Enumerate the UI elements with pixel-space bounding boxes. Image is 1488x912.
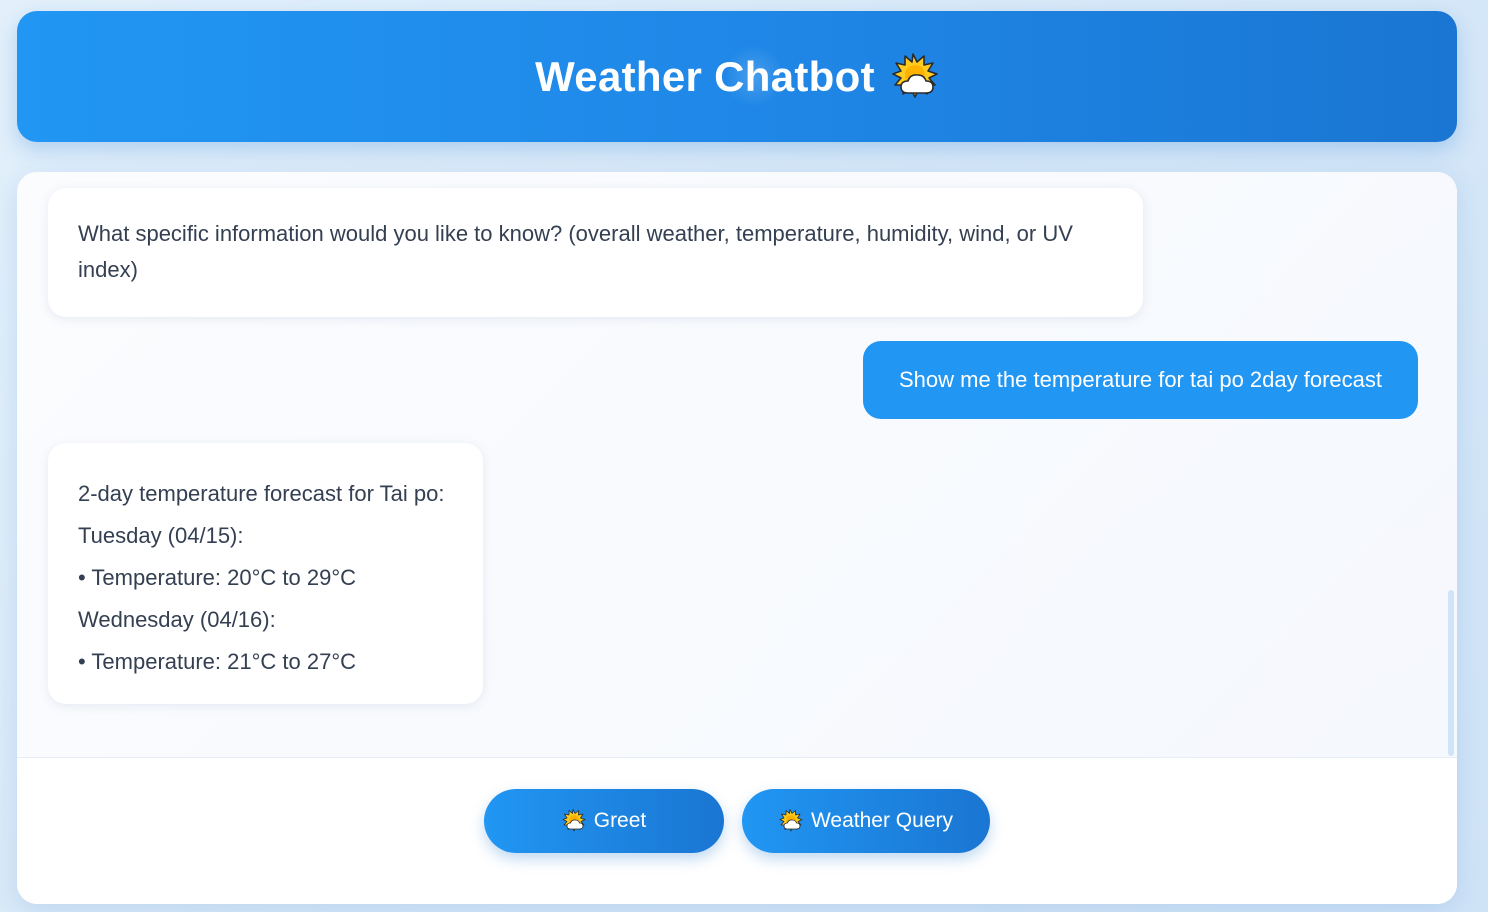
forecast-temperature-line: • Temperature: 21°C to 27°C	[78, 649, 357, 674]
header-title-group: Weather Chatbot	[535, 53, 939, 101]
app-header: Weather Chatbot	[17, 11, 1457, 142]
weather-query-button-label: Weather Query	[810, 809, 953, 832]
message-list[interactable]: What specific information would you like…	[17, 172, 1457, 757]
weather-query-button[interactable]: Weather Query	[742, 789, 990, 853]
sun-behind-cloud-icon	[562, 809, 586, 833]
quick-actions-bar: Greet Weather Query	[17, 757, 1457, 904]
forecast-temperature-line: • Temperature: 20°C to 29°C	[78, 565, 357, 590]
greet-button-label: Greet	[593, 809, 647, 832]
chat-panel: What specific information would you like…	[17, 172, 1457, 904]
page-title: Weather Chatbot	[535, 52, 875, 100]
user-message-text: Show me the temperature for tai po 2day …	[898, 367, 1383, 392]
forecast-day-label: Wednesday (04/16):	[78, 607, 276, 632]
bot-message: 2-day temperature forecast for Tai po: T…	[48, 443, 483, 704]
forecast-heading: 2-day temperature forecast for Tai po:	[78, 481, 445, 506]
bot-message: What specific information would you like…	[48, 188, 1143, 317]
forecast-day-label: Tuesday (04/15):	[78, 523, 244, 548]
user-message: Show me the temperature for tai po 2day …	[863, 341, 1418, 419]
sun-behind-cloud-icon	[891, 53, 939, 101]
bot-message-text: What specific information would you like…	[78, 221, 1073, 282]
sun-behind-cloud-icon	[779, 809, 803, 833]
greet-button[interactable]: Greet	[484, 789, 724, 853]
scrollbar-thumb[interactable]	[1448, 590, 1454, 756]
